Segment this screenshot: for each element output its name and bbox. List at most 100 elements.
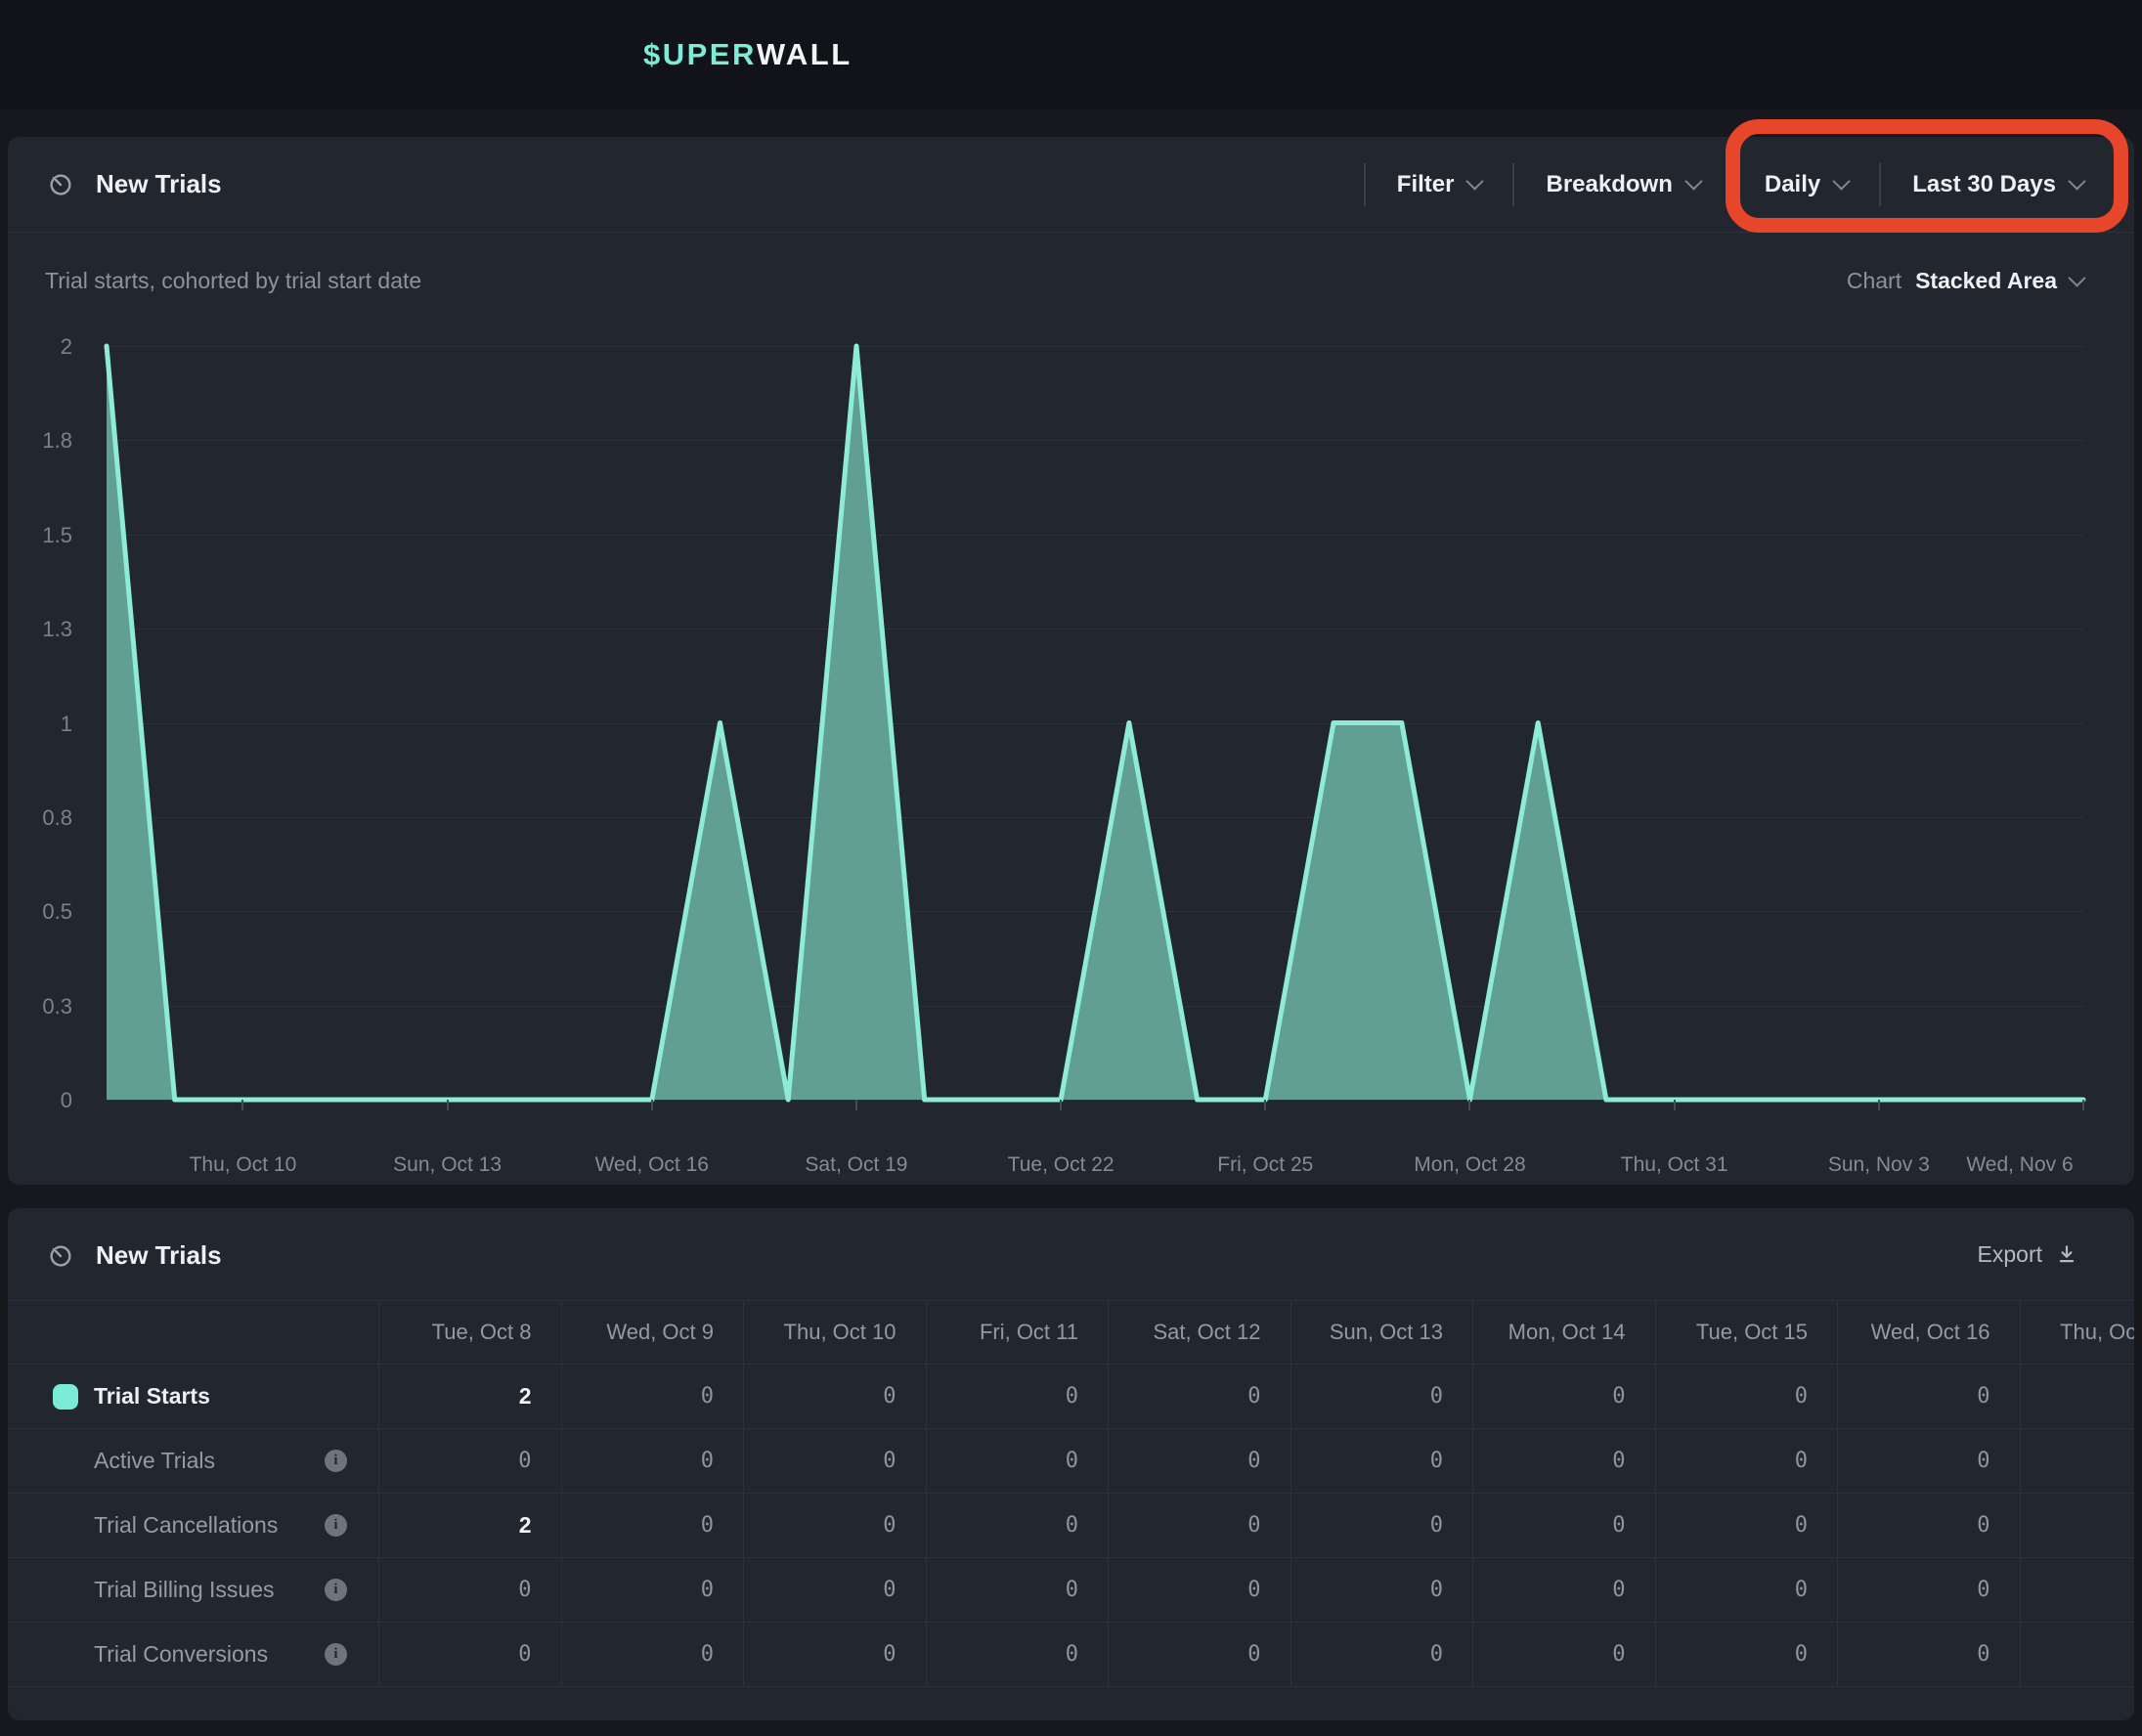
x-tick-label: Mon, Oct 28	[1414, 1153, 1525, 1177]
table-cell: 0	[1290, 1623, 1473, 1686]
chart-type-label: Chart	[1847, 268, 1902, 294]
chart-controls: Filter Breakdown Daily Last 30 Days	[1364, 137, 2083, 232]
cell-value: 0	[1066, 1449, 1078, 1473]
chart-subtitle: Trial starts, cohorted by trial start da…	[45, 268, 421, 294]
table-cell: 0	[926, 1494, 1109, 1557]
table-cell: 0	[561, 1623, 744, 1686]
cell-value: 0	[1977, 1578, 1989, 1602]
table-header-cell: Wed, Oct 16	[1837, 1300, 2020, 1364]
y-tick-label: 2	[8, 334, 72, 360]
chart-type-value: Stacked Area	[1915, 268, 2057, 294]
logo-text: WALL	[757, 37, 852, 72]
cell-value: 0	[1795, 1642, 1808, 1667]
chart-panel-title-group: New Trials	[47, 137, 222, 232]
table-row: Trial Billing Issuesi0000000000	[8, 1558, 2134, 1623]
info-icon[interactable]: i	[325, 1579, 347, 1601]
table-cell: 0	[1655, 1558, 1838, 1622]
chart-plot-area[interactable]	[107, 346, 2083, 1100]
cell-value: 0	[518, 1578, 531, 1602]
row-label: Trial Starts	[94, 1383, 210, 1410]
row-label: Trial Cancellations	[94, 1512, 278, 1539]
cell-value: 0	[1066, 1578, 1078, 1602]
y-axis-labels: 21.81.51.310.80.50.30	[8, 346, 72, 1100]
cell-value: 0	[1612, 1642, 1625, 1667]
x-tick-label: Thu, Oct 31	[1621, 1153, 1728, 1177]
separator	[1364, 163, 1366, 206]
table-header-cell: Sun, Oct 13	[1290, 1300, 1473, 1364]
table-cell: 0	[561, 1429, 744, 1493]
table-cell: 0	[926, 1365, 1109, 1428]
separator	[1731, 163, 1733, 206]
area-fill	[107, 346, 2083, 1100]
chart-type-selector[interactable]: Chart Stacked Area	[1847, 268, 2083, 294]
chart-panel-title: New Trials	[96, 169, 222, 199]
cell-value: 0	[701, 1513, 714, 1538]
table-header-cell: Tue, Oct 8	[378, 1300, 561, 1364]
cell-value: 0	[1430, 1384, 1443, 1409]
granularity-label: Daily	[1765, 171, 1820, 198]
y-tick-label: 1.8	[8, 428, 72, 454]
timer-icon	[47, 1242, 74, 1270]
table-cell: 0	[378, 1429, 561, 1493]
info-icon[interactable]: i	[325, 1643, 347, 1666]
table-cell: 0	[1837, 1558, 2020, 1622]
row-label: Active Trials	[94, 1448, 215, 1474]
table-cell: 0	[1472, 1623, 1655, 1686]
table-cell: 0	[743, 1429, 926, 1493]
table-header-cell: Fri, Oct 11	[926, 1300, 1109, 1364]
info-icon[interactable]: i	[325, 1514, 347, 1537]
cell-value: 0	[1066, 1384, 1078, 1409]
x-tick	[1060, 1100, 1062, 1110]
chevron-down-icon	[1684, 172, 1702, 190]
download-icon	[2056, 1243, 2077, 1265]
table-cell: 0	[1472, 1365, 1655, 1428]
cell-value: 0	[1795, 1513, 1808, 1538]
cell-value: 0	[1612, 1578, 1625, 1602]
table-cell: 0	[1108, 1429, 1290, 1493]
x-tick-label: Sat, Oct 19	[805, 1153, 907, 1177]
y-tick-label: 0.3	[8, 994, 72, 1020]
table-cell: 0	[743, 1558, 926, 1622]
table-corner-cell	[8, 1300, 378, 1364]
row-label-cell: Trial Starts	[8, 1365, 378, 1428]
logo-accent-text: $UPER	[643, 37, 757, 72]
cell-value: 0	[1247, 1642, 1260, 1667]
x-tick	[1264, 1100, 1266, 1110]
table-cell: 0	[2020, 1365, 2135, 1428]
y-tick-label: 0	[8, 1088, 72, 1113]
cell-value: 0	[1795, 1449, 1808, 1473]
cell-value: 0	[1247, 1513, 1260, 1538]
cell-value: 0	[701, 1449, 714, 1473]
x-tick	[1878, 1100, 1880, 1110]
table-cell: 0	[1655, 1365, 1838, 1428]
cell-value: 0	[1430, 1642, 1443, 1667]
table-cell: 0	[743, 1623, 926, 1686]
export-button[interactable]: Export	[1972, 1208, 2083, 1300]
cell-value: 0	[701, 1642, 714, 1667]
x-tick-label: Tue, Oct 22	[1008, 1153, 1115, 1177]
table-row: Active Trialsi0000000000	[8, 1429, 2134, 1494]
date-range-dropdown[interactable]: Last 30 Days	[1912, 171, 2083, 198]
table-cell: 0	[1655, 1623, 1838, 1686]
cell-value: 0	[1612, 1449, 1625, 1473]
cell-value: 0	[883, 1578, 896, 1602]
granularity-dropdown[interactable]: Daily	[1765, 171, 1848, 198]
table-row: Trial Cancellationsi2000000000	[8, 1494, 2134, 1558]
cell-value: 0	[1247, 1578, 1260, 1602]
row-label-cell: Trial Cancellations i	[8, 1494, 378, 1557]
table-cell: 0	[2020, 1429, 2135, 1493]
info-icon[interactable]: i	[325, 1450, 347, 1472]
superwall-logo: $UPERWALL	[643, 0, 852, 109]
x-tick	[241, 1100, 243, 1110]
table-header-cell: Tue, Oct 15	[1655, 1300, 1838, 1364]
filter-dropdown[interactable]: Filter	[1397, 171, 1482, 198]
x-tick-label: Sun, Oct 13	[393, 1153, 502, 1177]
cell-value: 0	[1977, 1513, 1989, 1538]
table-panel-header: New Trials Export	[8, 1208, 2134, 1301]
table-cell: 0	[1837, 1429, 2020, 1493]
table-cell: 0	[1290, 1429, 1473, 1493]
x-axis-labels: Thu, Oct 10Sun, Oct 13Wed, Oct 16Sat, Oc…	[107, 1153, 2083, 1183]
new-trials-table-panel: New Trials Export Tue, Oct 8Wed, Oct 9Th…	[8, 1208, 2134, 1720]
page: $UPERWALL New Trials Filter Breakdo	[0, 0, 2142, 1736]
breakdown-dropdown[interactable]: Breakdown	[1546, 171, 1699, 198]
